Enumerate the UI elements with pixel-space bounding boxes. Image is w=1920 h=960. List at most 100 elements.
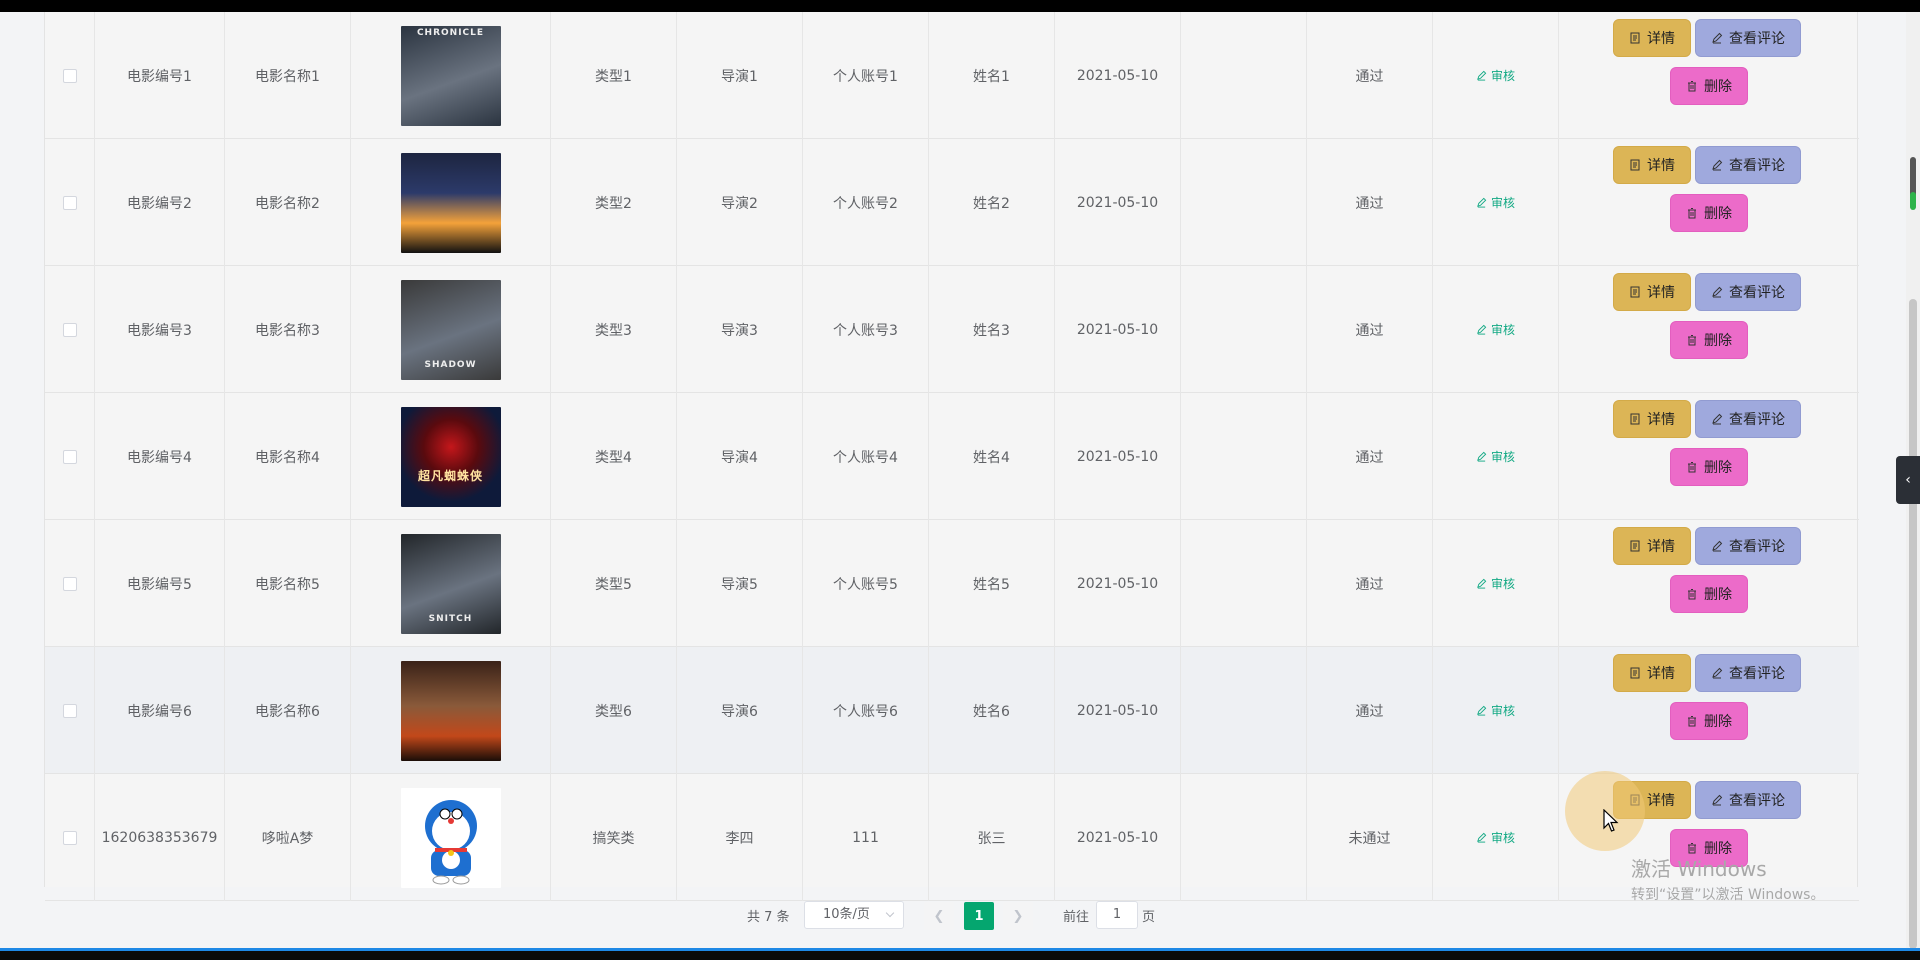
taskbar [0,948,1920,960]
audit-link[interactable]: 审核 [1476,67,1515,84]
detail-button[interactable]: 详情 [1613,654,1691,692]
scrollbar-thumb[interactable] [1909,299,1917,949]
delete-button[interactable]: 删除 [1670,575,1748,613]
watermark-line2: 转到“设置”以激活 Windows。 [1631,887,1825,903]
cell-type: 类型3 [551,266,677,393]
chevron-left-icon: ❮ [933,908,945,924]
detail-button[interactable]: 详情 [1613,400,1691,438]
delete-button[interactable]: 删除 [1670,321,1748,359]
trash-icon [1688,208,1696,219]
cell-name: 电影名称6 [225,647,351,774]
delete-button-label: 删除 [1704,714,1732,730]
cell-director: 导演6 [677,647,803,774]
cell-id: 电影编号4 [95,393,225,520]
cell-account: 个人账号4 [803,393,929,520]
poster-title: 超凡蜘蛛侠 [417,468,483,483]
detail-button[interactable]: 详情 [1613,273,1691,311]
audit-cell: 审核 [1433,647,1559,774]
cell-account: 111 [803,774,929,901]
cell-status: 未通过 [1307,774,1433,901]
poster-cell [351,139,551,266]
empty-cell [1181,393,1307,520]
empty-cell [1181,774,1307,901]
document-icon [1630,667,1640,679]
cell-person: 张三 [929,774,1055,901]
row-checkbox[interactable] [62,449,77,464]
document-icon [1630,32,1640,44]
audit-link[interactable]: 审核 [1476,321,1515,338]
view-comments-button[interactable]: 查看评论 [1695,146,1801,184]
cell-id: 电影编号5 [95,520,225,647]
page-number-button[interactable]: 1 [964,902,994,930]
edit-icon [1712,32,1723,44]
audit-label: 审核 [1490,831,1515,845]
table-row: 电影编号4 电影名称4 超凡蜘蛛侠 类型4 导演4 个人账号4 姓名4 2021-05-10 通… [45,393,1859,520]
detail-button[interactable]: 详情 [1613,19,1691,57]
audit-link[interactable]: 审核 [1476,448,1515,465]
goto-page-input[interactable]: 1 [1096,901,1138,929]
row-checkbox[interactable] [62,576,77,591]
cell-status: 通过 [1307,139,1433,266]
next-page-button[interactable]: ❯ [1003,902,1033,930]
row-checkbox[interactable] [62,703,77,718]
movie-poster: SHADOW [400,279,501,380]
row-actions: 详情 查看评论删除 [1559,266,1859,393]
cell-type: 类型2 [551,139,677,266]
delete-button[interactable]: 删除 [1670,194,1748,232]
audit-cell: 审核 [1433,266,1559,393]
cell-person: 姓名6 [929,647,1055,774]
audit-link[interactable]: 审核 [1476,702,1515,719]
audit-link[interactable]: 审核 [1476,194,1515,211]
cell-account: 个人账号5 [803,520,929,647]
view-comments-button[interactable]: 查看评论 [1695,273,1801,311]
audit-cell: 审核 [1433,774,1559,901]
detail-button[interactable]: 详情 [1613,527,1691,565]
view-comments-button[interactable]: 查看评论 [1695,19,1801,57]
audit-link[interactable]: 审核 [1476,575,1515,592]
view-comments-button[interactable]: 查看评论 [1695,400,1801,438]
view-comments-button[interactable]: 查看评论 [1695,527,1801,565]
edit-icon [1712,794,1723,806]
audit-label: 审核 [1490,577,1515,591]
audit-cell: 审核 [1433,139,1559,266]
row-actions: 详情 查看评论删除 [1559,647,1859,774]
cell-date: 2021-05-10 [1055,139,1181,266]
delete-button-label: 删除 [1704,206,1732,222]
delete-button[interactable]: 删除 [1670,67,1748,105]
row-checkbox[interactable] [62,195,77,210]
trash-icon [1688,462,1696,473]
cell-name: 电影名称3 [225,266,351,393]
audit-link[interactable]: 审核 [1476,829,1515,846]
row-checkbox[interactable] [62,68,77,83]
delete-button[interactable]: 删除 [1670,448,1748,486]
view-comments-button-label: 查看评论 [1729,793,1785,809]
view-comments-button-label: 查看评论 [1729,666,1785,682]
view-comments-button[interactable]: 查看评论 [1695,781,1801,819]
document-icon [1630,413,1640,425]
view-comments-button[interactable]: 查看评论 [1695,654,1801,692]
row-actions: 详情 查看评论删除 [1559,520,1859,647]
detail-button[interactable]: 详情 [1613,146,1691,184]
poster-cell: CHRONICLE [351,12,551,139]
audit-label: 审核 [1490,704,1515,718]
mouse-cursor-icon [1603,809,1619,832]
row-actions: 详情 查看评论删除 [1559,12,1859,139]
edit-icon [1477,451,1487,462]
page-size-select[interactable]: 10条/页 [804,901,904,929]
delete-button[interactable]: 删除 [1670,702,1748,740]
edit-icon [1712,286,1723,298]
chevron-right-icon: ❯ [1012,908,1024,924]
trash-icon [1688,335,1696,346]
document-icon [1630,159,1640,171]
cell-name: 电影名称1 [225,12,351,139]
cell-account: 个人账号3 [803,266,929,393]
row-checkbox[interactable] [62,830,77,845]
trash-icon [1688,589,1696,600]
row-checkbox[interactable] [62,322,77,337]
prev-page-button[interactable]: ❮ [924,902,954,930]
empty-cell [1181,266,1307,393]
cell-person: 姓名3 [929,266,1055,393]
side-panel-toggle[interactable]: ‹ [1896,456,1920,504]
audit-label: 审核 [1490,450,1515,464]
goto-suffix: 页 [1142,910,1156,925]
